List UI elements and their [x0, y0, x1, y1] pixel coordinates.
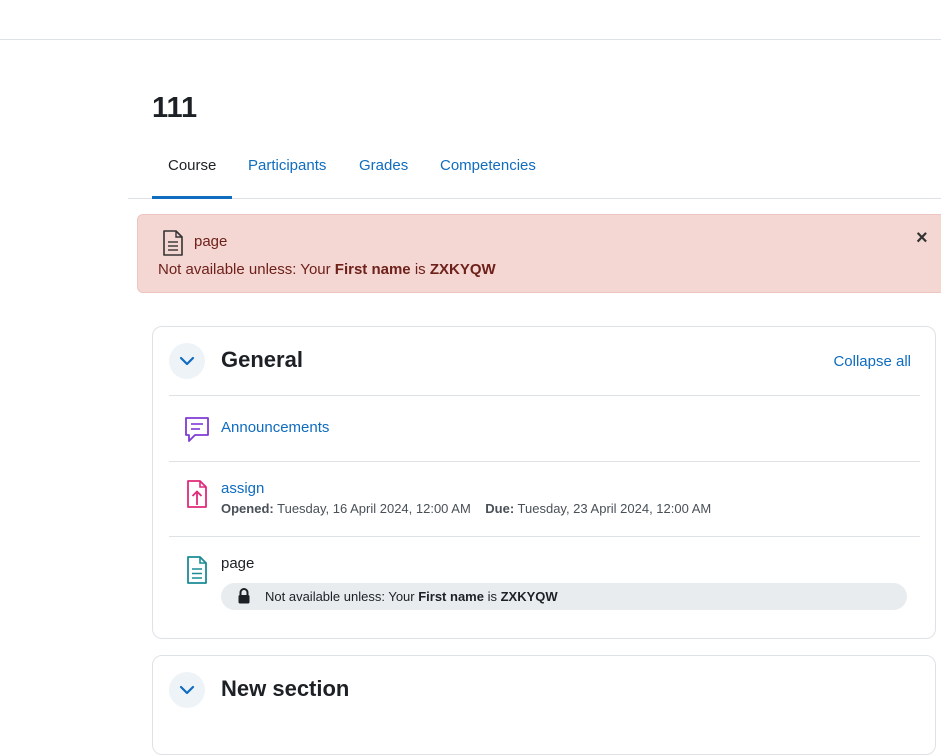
section-general: General Collapse all Announcements assig… [152, 326, 936, 639]
page-icon [187, 556, 207, 584]
restriction-text: Not available unless: Your First name is… [265, 589, 558, 604]
collapse-all-link[interactable]: Collapse all [833, 353, 911, 370]
restriction-alert: page Not available unless: Your First na… [137, 214, 941, 293]
activity-name-page: page [221, 555, 255, 572]
divider [169, 461, 920, 462]
chevron-down-icon [179, 685, 195, 695]
collapse-section-button[interactable] [169, 343, 205, 379]
tab-participants[interactable]: Participants [232, 142, 342, 199]
tab-course[interactable]: Course [152, 142, 233, 199]
tab-grades[interactable]: Grades [343, 142, 424, 199]
collapse-section-button[interactable] [169, 672, 205, 708]
chevron-down-icon [179, 356, 195, 366]
alert-field-name: First name [334, 261, 411, 278]
activity-link-announcements[interactable]: Announcements [221, 419, 329, 436]
section-new: New section [152, 655, 936, 755]
page-icon [163, 230, 183, 256]
section-title: New section [221, 676, 350, 701]
divider [169, 536, 920, 537]
top-navbar [0, 0, 941, 40]
alert-message: Not available unless: Your First name is… [158, 261, 496, 278]
restriction-badge: Not available unless: Your First name is… [221, 583, 907, 610]
close-icon[interactable]: × [916, 227, 928, 250]
activity-link-assign[interactable]: assign [221, 480, 264, 497]
divider [169, 395, 920, 396]
assignment-upload-icon [187, 480, 207, 508]
alert-value: ZXKYQW [429, 261, 496, 278]
lock-icon [238, 588, 250, 604]
alert-activity-name: page [194, 233, 228, 250]
tab-competencies[interactable]: Competencies [424, 142, 552, 199]
course-tabs: Course Participants Grades Competencies [128, 142, 941, 199]
activity-dates: Opened: Tuesday, 16 April 2024, 12:00 AM… [221, 501, 712, 516]
page-title: 111 [152, 92, 198, 124]
forum-icon [185, 417, 209, 442]
section-title: General [221, 347, 303, 372]
